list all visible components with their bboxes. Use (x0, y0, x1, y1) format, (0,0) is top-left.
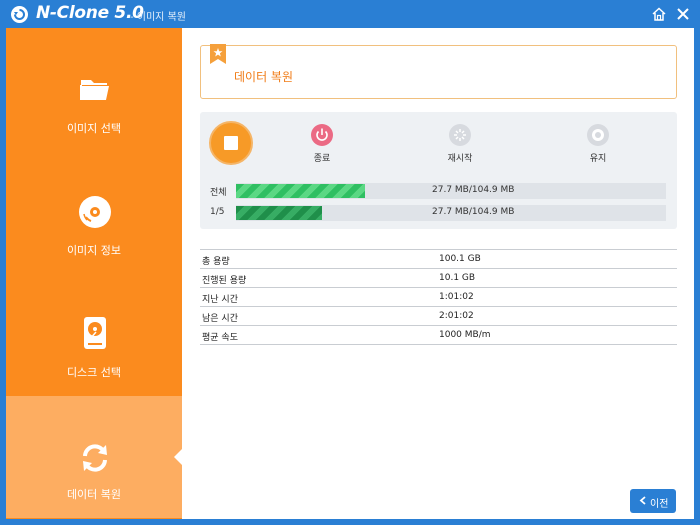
stat-key: 지난 시간 (202, 295, 238, 305)
prev-button-label: 이전 (650, 499, 669, 510)
title-bar: N-Clone 5.0 - 이미지 복원 (0, 0, 700, 28)
main-content: 데이터 복원 종료 재시작 유지 전체 27.7 MB/104.9 MB 1/5… (182, 28, 694, 519)
stat-key: 남은 시간 (202, 314, 238, 324)
sidebar: 이미지 선택 이미지 정보 디스크 선택 데이터 복원 (6, 28, 183, 519)
progress-row-total: 전체 27.7 MB/104.9 MB (210, 183, 667, 199)
app-title: N-Clone 5.0 (36, 3, 144, 23)
end-button[interactable]: 종료 (292, 124, 352, 164)
restart-button[interactable]: 재시작 (430, 124, 490, 164)
control-panel: 종료 재시작 유지 전체 27.7 MB/104.9 MB 1/5 27.7 M… (200, 112, 677, 229)
window-subtitle: - 이미지 복원 (130, 12, 186, 23)
home-icon (652, 7, 666, 21)
chevron-left-icon (639, 496, 646, 505)
stat-value: 10.1 GB (439, 273, 476, 283)
prev-button[interactable]: 이전 (630, 489, 676, 513)
close-button[interactable] (674, 5, 692, 23)
disc-icon (79, 196, 111, 228)
stat-value: 100.1 GB (439, 254, 481, 264)
progress-text: 27.7 MB/104.9 MB (432, 207, 515, 217)
sidebar-item-image-info[interactable]: 이미지 정보 (6, 150, 182, 272)
sidebar-item-label: 이미지 정보 (66, 244, 122, 257)
app-logo-icon (11, 6, 28, 23)
power-icon (311, 124, 333, 146)
stats-table: 총 용량 100.1 GB 진행된 용량 10.1 GB 지난 시간 1:01:… (200, 249, 677, 345)
stat-value: 1000 MB/m (439, 330, 491, 340)
stat-value: 2:01:02 (439, 311, 474, 321)
stat-row: 지난 시간 1:01:02 (200, 288, 677, 307)
stat-row: 평균 속도 1000 MB/m (200, 326, 677, 345)
stat-key: 총 용량 (202, 257, 230, 267)
sidebar-item-data-restore[interactable]: 데이터 복원 (6, 396, 182, 518)
progress-bar-fill (236, 184, 365, 198)
progress-track: 27.7 MB/104.9 MB (236, 205, 666, 221)
stat-row: 진행된 용량 10.1 GB (200, 269, 677, 288)
stat-value: 1:01:02 (439, 292, 474, 302)
stat-row: 총 용량 100.1 GB (200, 250, 677, 269)
home-button[interactable] (650, 5, 668, 23)
restart-icon (449, 124, 471, 146)
sidebar-item-disk-select[interactable]: 디스크 선택 (6, 272, 182, 394)
stat-key: 평균 속도 (202, 333, 238, 343)
stop-button[interactable] (209, 121, 253, 165)
stat-key: 진행된 용량 (202, 276, 247, 286)
stop-icon (224, 136, 238, 150)
sidebar-item-label: 데이터 복원 (66, 488, 122, 501)
sidebar-item-label: 디스크 선택 (66, 366, 122, 379)
progress-label: 1/5 (210, 207, 225, 217)
sidebar-item-image-select[interactable]: 이미지 선택 (6, 28, 182, 150)
sidebar-item-label: 이미지 선택 (66, 122, 122, 135)
page-title: 데이터 복원 (234, 70, 294, 84)
page-header: 데이터 복원 (200, 44, 677, 99)
progress-row-part: 1/5 27.7 MB/104.9 MB (210, 205, 667, 221)
folder-icon (80, 80, 109, 100)
restart-button-label: 재시작 (447, 154, 473, 164)
progress-track: 27.7 MB/104.9 MB (236, 183, 666, 199)
end-button-label: 종료 (313, 154, 331, 164)
keep-button[interactable]: 유지 (568, 124, 628, 164)
refresh-icon (83, 444, 107, 472)
window-body: 이미지 선택 이미지 정보 디스크 선택 데이터 복원 데이터 복원 종료 재시… (6, 28, 694, 519)
progress-label: 전체 (210, 188, 227, 198)
progress-text: 27.7 MB/104.9 MB (432, 185, 515, 195)
harddisk-icon (84, 317, 106, 349)
stat-row: 남은 시간 2:01:02 (200, 307, 677, 326)
progress-bar-fill (236, 206, 322, 220)
bookmark-icon (210, 44, 226, 64)
keep-icon (587, 124, 609, 146)
keep-button-label: 유지 (589, 154, 607, 164)
close-icon (677, 8, 689, 20)
